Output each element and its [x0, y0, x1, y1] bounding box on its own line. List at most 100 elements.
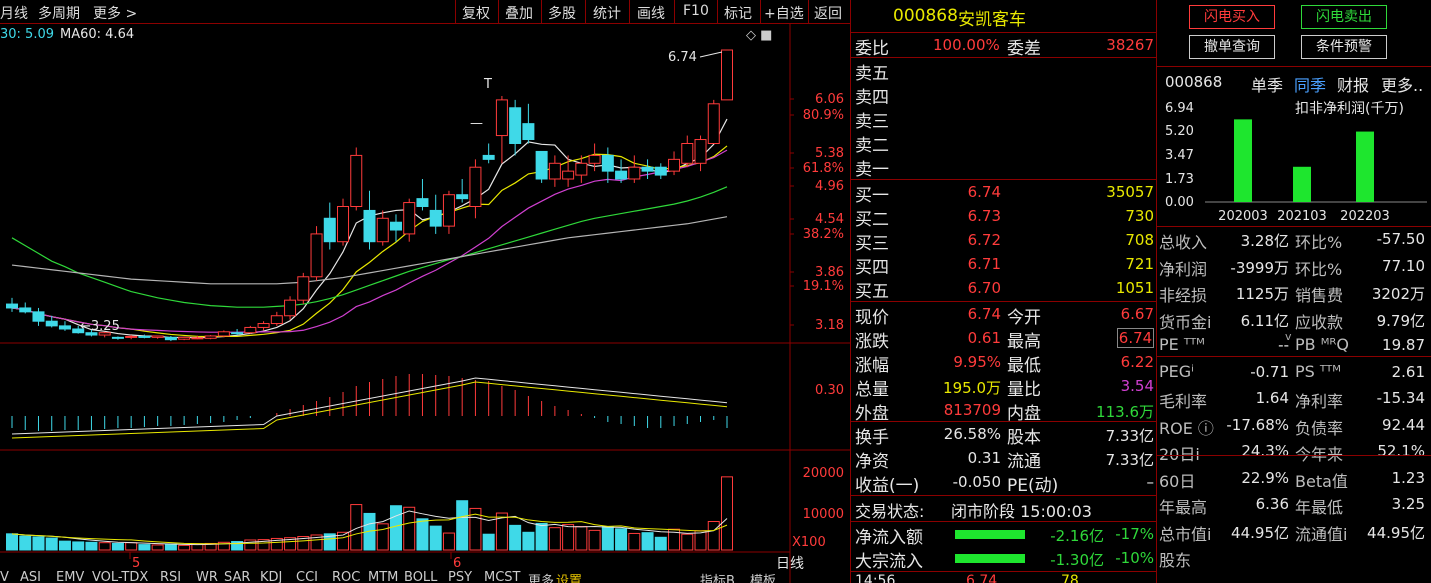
condition-alert-button[interactable]: 条件预警: [1301, 35, 1387, 59]
flow-value: -2.16亿: [1050, 527, 1104, 545]
webi-label: 委比: [855, 39, 889, 59]
indicator-b-button[interactable]: 指标B: [700, 570, 735, 583]
buy-level-price: 6.70: [967, 279, 1001, 297]
profit-bar-chart: 扣非净利润(千万) 6.94 5.20 3.47 1.73 0.00 202003 20210…: [1165, 101, 1427, 224]
low-label: ←3.25: [80, 319, 120, 334]
indicator-tab[interactable]: PSY: [448, 570, 472, 583]
candle: [548, 162, 561, 180]
bar-axis-label: 6.94: [1165, 101, 1194, 116]
stat-value: 113.6万: [1096, 403, 1154, 421]
stat-label: 现价: [855, 308, 889, 328]
indicator-tab[interactable]: EMV: [56, 570, 84, 583]
back-button[interactable]: 返回: [814, 3, 842, 23]
candle: [151, 335, 164, 338]
quote-panel: 000868 安凯客车 委比 100.00% 委差 38267 卖五 卖四 卖三 卖二…: [850, 0, 1157, 583]
tab-monthly[interactable]: 月线: [0, 3, 28, 23]
indicator-tab[interactable]: SAR: [224, 570, 250, 583]
fin-stat-label: 净利润: [1159, 259, 1208, 279]
candle: [19, 307, 32, 313]
tab-single-quarter[interactable]: 单季: [1251, 72, 1283, 96]
fin-stat-label: Beta值: [1295, 471, 1348, 491]
kline-svg[interactable]: 6.0680.9% 5.3861.8% 4.96 4.5438.2% 3.8619.1%…: [0, 24, 850, 583]
volume-bar: [85, 541, 98, 551]
template-button[interactable]: 模板: [750, 570, 776, 583]
macd-axis-label: 0.30: [815, 383, 844, 398]
more-menu-button[interactable]: 更多 >: [93, 3, 137, 23]
indicator-tab[interactable]: WR: [196, 570, 218, 583]
expand-chevron-icon[interactable]: v: [1285, 330, 1292, 343]
candle: [363, 209, 376, 243]
indicator-tab[interactable]: RSI: [160, 570, 181, 583]
fin-stat-value: 1.64: [1255, 389, 1289, 407]
candle: [429, 209, 442, 227]
tab-multi-period[interactable]: 多周期: [38, 3, 80, 23]
stat-value: 0.61: [967, 329, 1001, 347]
trade-status: 闭市阶段 15:00:03: [951, 502, 1092, 521]
fuquan-button[interactable]: 复权: [462, 3, 490, 23]
tab-report[interactable]: 财报: [1337, 72, 1369, 96]
trade-status-label: 交易状态:: [855, 502, 925, 521]
stat-value: 813709: [943, 401, 1001, 419]
candle: [178, 336, 191, 340]
fin-stat-label: PB ᴹᴿQ: [1295, 335, 1349, 354]
flash-sell-button[interactable]: 闪电卖出: [1301, 5, 1387, 29]
indicator-tab[interactable]: 设置: [556, 570, 582, 583]
fin-stat-label: 非经损: [1159, 286, 1208, 305]
volume-bar: [45, 537, 58, 551]
profit-bar: [1234, 119, 1252, 202]
sell-level-label: 卖二: [855, 136, 889, 156]
overlay-button[interactable]: 叠加: [505, 3, 533, 23]
indicator-tab[interactable]: CCI: [296, 570, 318, 583]
kline-chart-area[interactable]: 6.06 80.9% 5.38 61.8% 4.96 4.54 38.2% 3.86 19.1%…: [0, 24, 850, 583]
indicator-tab[interactable]: V: [0, 570, 9, 583]
fin-stat-value: 44.95亿: [1367, 523, 1425, 542]
candle: [297, 276, 310, 301]
f10-button[interactable]: F10: [683, 3, 709, 19]
tab-same-quarter[interactable]: 同季: [1294, 72, 1326, 96]
indicator-tab[interactable]: VOL-TDX: [92, 570, 148, 583]
volume-bar: [19, 535, 32, 551]
indicator-tab[interactable]: MTM: [368, 570, 398, 583]
fin-stat-value: 1.23: [1391, 468, 1425, 487]
flash-buy-button[interactable]: 闪电买入: [1189, 5, 1275, 29]
indicator-tab[interactable]: ASI: [20, 570, 41, 583]
stat-value: 6.74: [1117, 328, 1154, 348]
candle: [138, 335, 151, 338]
vol-unit: X100: [792, 535, 826, 550]
indicator-tab[interactable]: ROC: [332, 570, 360, 583]
stats-button[interactable]: 统计: [593, 3, 621, 23]
fin-stock-code: 000868: [1165, 73, 1223, 91]
volume-bar: [694, 530, 707, 551]
chart-options-icon[interactable]: ◇ ■: [746, 28, 772, 43]
tab-more[interactable]: 更多..: [1381, 72, 1423, 96]
flow-bar: [955, 554, 1025, 563]
multi-stock-button[interactable]: 多股: [548, 3, 576, 23]
indicator-tabs: V ASI EMV VOL-TDX RSI WR SAR KDJ CCI ROC MTM BOLL PS…: [0, 570, 850, 583]
indicator-tab[interactable]: MCST: [484, 570, 521, 583]
order-query-button[interactable]: 撤单查询: [1189, 35, 1275, 59]
candle: [668, 158, 681, 172]
add-watchlist-button[interactable]: +自选: [764, 3, 804, 23]
stat-label: 股本: [1007, 428, 1041, 448]
indicator-tab[interactable]: 更多: [528, 570, 554, 583]
fin-stat-value: 3.25: [1391, 495, 1425, 513]
draw-line-button[interactable]: 画线: [637, 3, 665, 23]
divider: [1157, 356, 1431, 357]
volume-bar: [707, 521, 720, 551]
volume-bar: [32, 536, 45, 551]
candle: [615, 170, 628, 180]
stat-label: 总量: [855, 380, 889, 400]
fin-stat-value: 19.87: [1382, 336, 1425, 354]
mark-button[interactable]: 标记: [724, 3, 752, 23]
fin-stat-value: 22.9%: [1241, 468, 1289, 487]
indicator-tab[interactable]: KDJ: [260, 570, 282, 583]
candle: [442, 194, 455, 227]
stock-name: 安凯客车: [958, 10, 1026, 30]
volume-bar: [482, 533, 495, 551]
candle: [376, 217, 389, 243]
indicator-tab[interactable]: BOLL: [404, 570, 437, 583]
fin-stat-label: ROE ⓘ: [1159, 418, 1214, 438]
candle: [469, 166, 482, 207]
candle: [641, 166, 654, 172]
price-axis-label: 3.18: [815, 318, 844, 333]
